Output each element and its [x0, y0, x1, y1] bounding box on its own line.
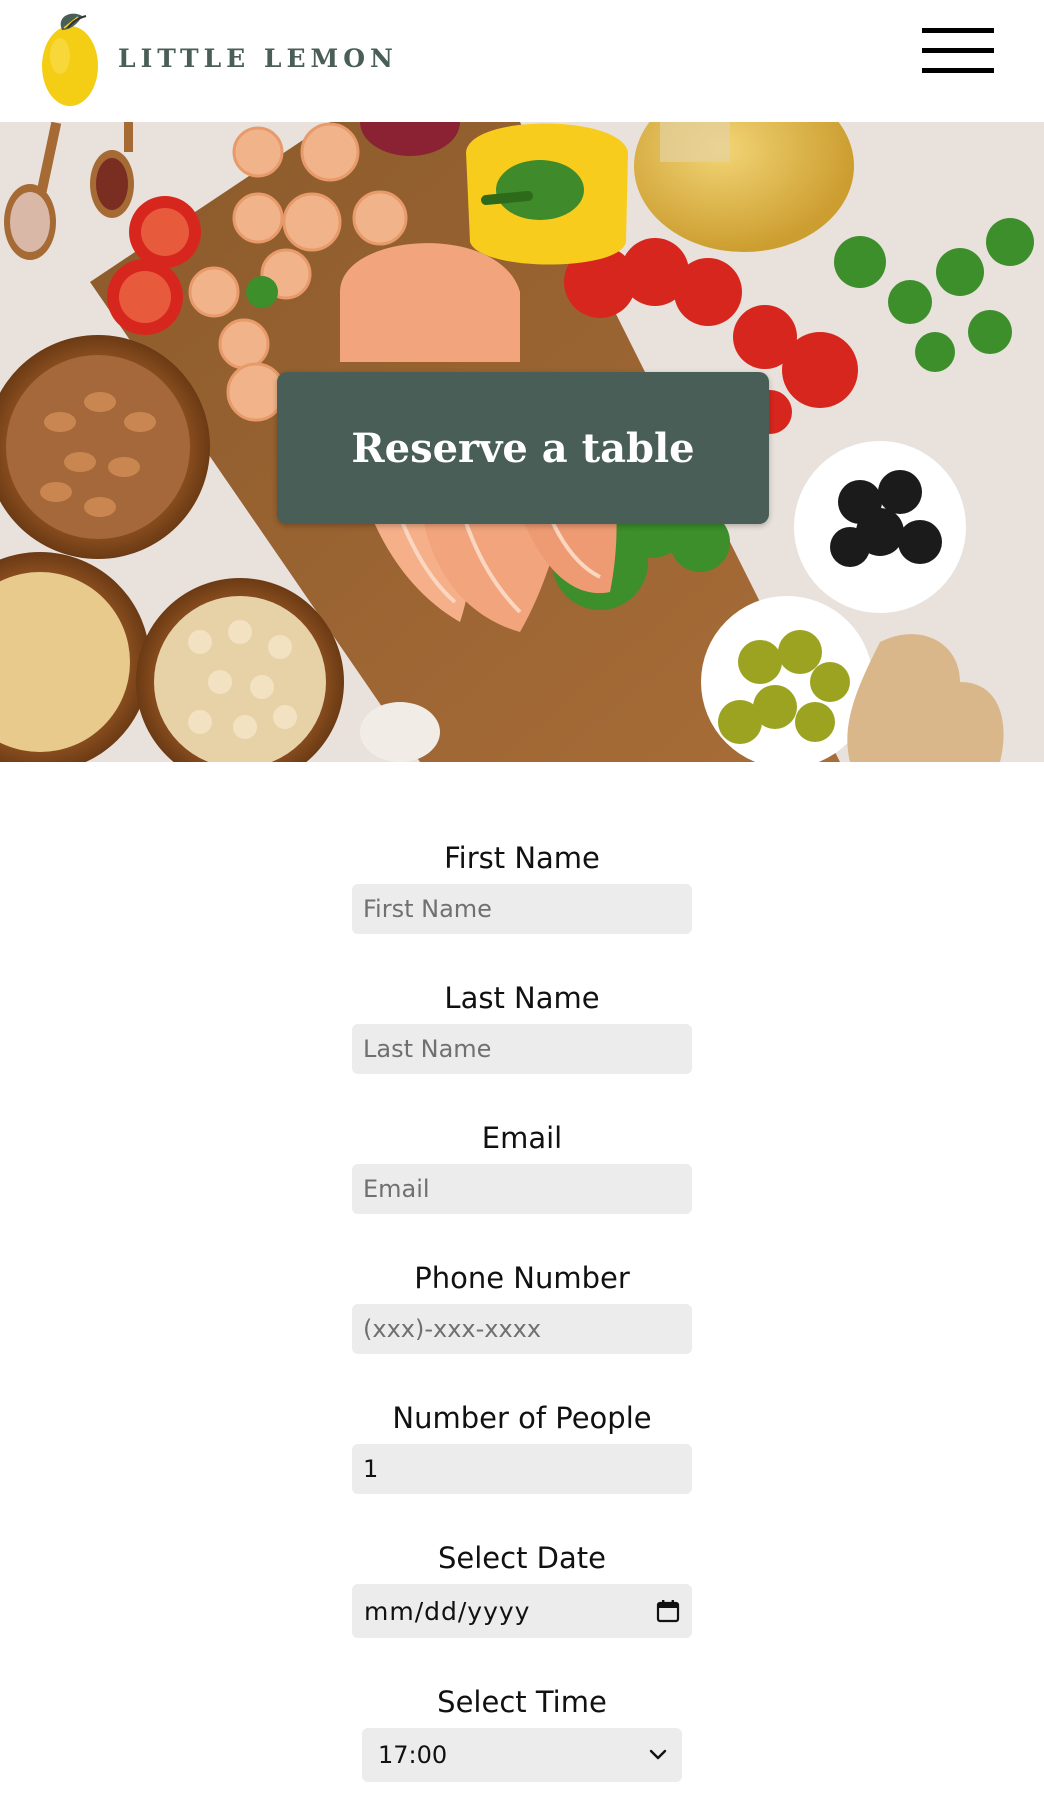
select-time-field: Select Time 17:00 [0, 1682, 1044, 1782]
menu-button[interactable] [918, 24, 996, 84]
number-of-people-input[interactable] [352, 1444, 692, 1494]
time-select-value: 17:00 [378, 1741, 448, 1769]
time-select[interactable]: 17:00 [362, 1728, 682, 1782]
phone-number-label: Phone Number [414, 1261, 630, 1295]
last-name-input[interactable] [352, 1024, 692, 1074]
date-input-value: mm/dd/yyyy [364, 1596, 531, 1626]
reserve-table-button[interactable]: Reserve a table [277, 372, 769, 524]
hero-banner: Reserve a table [0, 122, 1044, 762]
logo-text: LITTLE LEMON [118, 43, 398, 73]
phone-number-input[interactable] [352, 1304, 692, 1354]
last-name-field: Last Name [0, 978, 1044, 1074]
site-header: LITTLE LEMON [0, 0, 1044, 122]
hamburger-menu-icon [922, 68, 994, 73]
first-name-field: First Name [0, 838, 1044, 934]
select-date-field: Select Date mm/dd/yyyy [0, 1538, 1044, 1638]
select-time-label: Select Time [437, 1685, 607, 1719]
calendar-icon[interactable] [656, 1599, 680, 1623]
phone-number-field: Phone Number [0, 1258, 1044, 1354]
last-name-label: Last Name [444, 981, 600, 1015]
number-of-people-label: Number of People [392, 1401, 652, 1435]
logo[interactable]: LITTLE LEMON [38, 8, 398, 108]
select-date-label: Select Date [438, 1541, 606, 1575]
first-name-label: First Name [444, 841, 600, 875]
chevron-down-icon [649, 1749, 667, 1760]
email-input[interactable] [352, 1164, 692, 1214]
email-label: Email [481, 1121, 563, 1155]
lemon-logo-icon [42, 13, 98, 106]
hamburger-menu-icon [922, 28, 994, 33]
first-name-input[interactable] [352, 884, 692, 934]
email-field: Email [0, 1118, 1044, 1214]
number-of-people-field: Number of People [0, 1398, 1044, 1494]
date-input[interactable]: mm/dd/yyyy [352, 1584, 692, 1638]
hamburger-menu-icon [922, 48, 994, 53]
